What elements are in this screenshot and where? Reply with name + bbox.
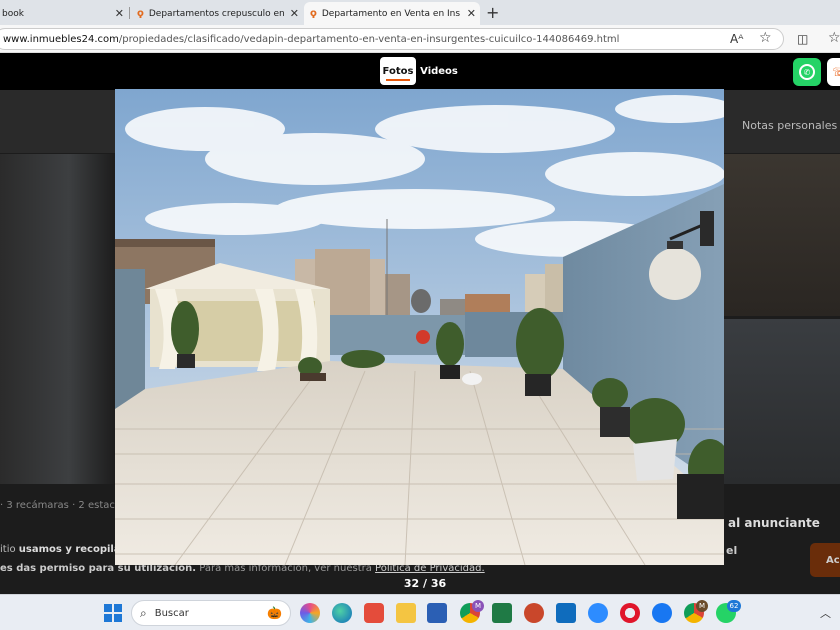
whatsapp-button[interactable]: ✆ [793, 58, 821, 86]
cookie-consent-line-1: itio usamos y recopilar [0, 544, 126, 555]
browser-tab-3-active[interactable]: ϙ Departamento en Venta en Insurg ✕ [304, 2, 480, 25]
gallery-photo[interactable] [115, 89, 724, 565]
address-bar: www.inmuebles24.com/propiedades/clasific… [0, 25, 840, 53]
windows-taskbar: ⌕ Buscar 🎃 M M 62 ︿ [0, 594, 840, 630]
contact-side-button[interactable]: ☏ [827, 58, 840, 86]
powerpoint-icon[interactable] [524, 603, 544, 623]
tab-title: Departamento en Venta en Insurg [321, 8, 460, 19]
close-tab-icon[interactable]: ✕ [290, 7, 299, 20]
search-icon: ⌕ [140, 605, 147, 620]
background-photo-right-top [724, 154, 840, 316]
whatsapp-icon: ✆ [799, 64, 815, 80]
url-input[interactable]: www.inmuebles24.com/propiedades/clasific… [0, 28, 784, 50]
taskbar-search-input[interactable]: ⌕ Buscar 🎃 [131, 600, 291, 626]
opera-icon[interactable] [620, 603, 640, 623]
close-tab-icon[interactable]: ✕ [467, 7, 476, 20]
copilot-icon[interactable] [300, 603, 320, 623]
browser-tab-bar: book ✕ ϙ Departamentos crepusculo en Co … [0, 0, 840, 25]
windows-start-icon[interactable] [104, 604, 122, 622]
gallery-top-bar: Fotos Videos ✆ ☏ [0, 54, 840, 90]
outlook-icon[interactable] [556, 603, 576, 623]
url-path: /propiedades/clasificado/vedapin-departa… [118, 33, 620, 45]
halloween-pumpkin-icon: 🎃 [267, 606, 282, 620]
phone-icon: ☏ [832, 65, 840, 79]
split-screen-icon[interactable]: ◫ [797, 32, 808, 46]
chrome-profile-badge: M [472, 600, 484, 612]
tab-title: book [2, 8, 24, 19]
tab-videos[interactable]: Videos [420, 57, 458, 85]
facebook-icon[interactable] [652, 603, 672, 623]
tab-fotos[interactable]: Fotos [380, 57, 416, 85]
contact-advertiser-heading: al anunciante [728, 516, 820, 530]
favorites-icon[interactable]: ☆ [828, 30, 840, 46]
favorite-star-icon[interactable]: ☆ [759, 30, 772, 46]
word-icon[interactable] [427, 603, 447, 623]
notas-personales-link[interactable]: Notas personales [742, 119, 837, 132]
property-features: · 3 recámaras · 2 estaci [0, 500, 118, 511]
accept-button[interactable]: Ac [810, 543, 840, 577]
whatsapp-unread-badge: 62 [727, 600, 741, 612]
office-icon[interactable] [364, 603, 384, 623]
photo-counter: 32 / 36 [403, 577, 447, 590]
inmuebles-favicon-icon: ϙ [137, 8, 144, 19]
inmuebles-favicon-icon: ϙ [310, 8, 317, 19]
zoom-icon[interactable] [588, 603, 608, 623]
browser-tab-2[interactable]: ϙ Departamentos crepusculo en Co ✕ [131, 2, 303, 25]
tab-title: Departamentos crepusculo en Co [148, 8, 287, 19]
background-photo-right-bottom [724, 319, 840, 484]
page-content: Notas personales · 3 recámaras · 2 estac… [0, 54, 840, 594]
new-tab-icon[interactable]: + [486, 3, 499, 22]
browser-tab-1[interactable]: book ✕ [0, 2, 128, 25]
profile-badge: M [696, 600, 708, 612]
search-placeholder: Buscar [154, 607, 189, 619]
chevron-up-icon[interactable]: ︿ [820, 605, 831, 621]
tab-divider [129, 7, 130, 19]
close-tab-icon[interactable]: ✕ [115, 7, 124, 20]
background-photo-left [0, 154, 115, 484]
read-aloud-icon[interactable]: Aᴬ [730, 32, 743, 46]
rooftop-terrace-photo [115, 89, 724, 565]
url-host: www.inmuebles24.com [3, 33, 119, 45]
excel-icon[interactable] [492, 603, 512, 623]
contact-subtext: el [726, 544, 738, 557]
file-explorer-icon[interactable] [396, 603, 416, 623]
edge-icon[interactable] [332, 603, 352, 623]
